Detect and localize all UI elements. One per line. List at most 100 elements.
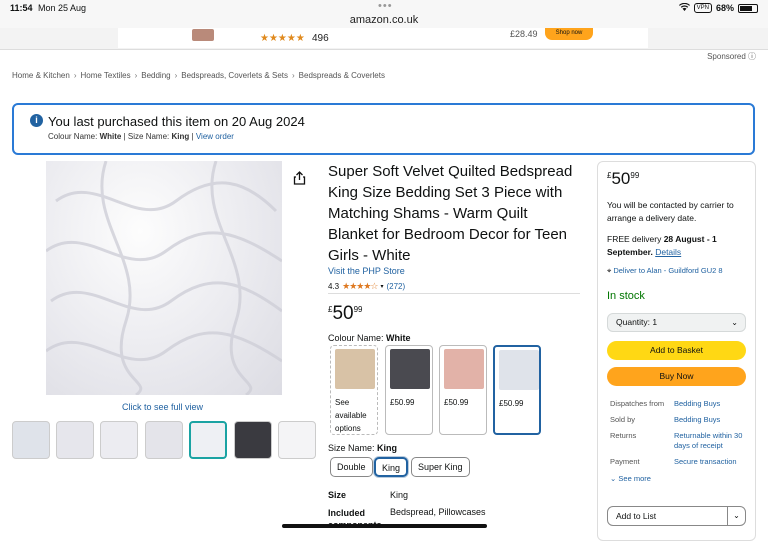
price-fraction: 99 (353, 305, 363, 314)
price-currency: £ (607, 171, 612, 180)
banner-colour-value: White (99, 132, 122, 141)
info-value-payment[interactable]: Secure transaction (674, 457, 750, 467)
spec-label-components: Included components (328, 508, 382, 525)
battery-percent: 68% (715, 3, 734, 13)
banner-separator: | (123, 132, 126, 141)
swatch-image (390, 349, 430, 389)
delivery-info: FREE delivery 28 August - 1 September. D… (607, 233, 752, 259)
banner-details: Colour Name: White | Size Name: King | V… (48, 132, 234, 141)
price-currency: £ (328, 305, 333, 314)
status-icons: VPN 68% (678, 2, 758, 13)
colour-swatch-white[interactable]: £50.99 (493, 345, 541, 435)
thumbnail-7[interactable] (278, 421, 316, 459)
info-value-dispatches[interactable]: Bedding Buys (674, 399, 750, 409)
ad-shop-now-button[interactable]: Shop now (545, 28, 593, 40)
swatch-price: £50.99 (499, 399, 524, 408)
thumbnail-1[interactable] (12, 421, 50, 459)
status-date: Mon 25 Aug (38, 3, 87, 13)
product-price: £5099 (328, 303, 363, 325)
swatch-price: £50.99 (444, 398, 469, 407)
size-value: King (377, 443, 398, 453)
swatch-image (335, 349, 375, 389)
status-time: 11:54 (10, 3, 33, 13)
spec-label-size: Size (328, 490, 347, 500)
breadcrumb-bedspreads-sets[interactable]: Bedspreads, Coverlets & Sets (181, 71, 288, 80)
info-label-dispatches: Dispatches from (610, 399, 665, 408)
size-option-double[interactable]: Double (330, 457, 373, 477)
chevron-right-icon: › (134, 71, 138, 80)
banner-message: You last purchased this item on 20 Aug 2… (48, 114, 305, 129)
product-title: Super Soft Velvet Quilted Bedspread King… (328, 163, 573, 264)
info-label-sold-by: Sold by (610, 415, 636, 424)
thumbnail-5[interactable] (189, 421, 227, 459)
breadcrumb-bedspreads[interactable]: Bedspreads & Coverlets (299, 71, 385, 80)
size-option-king[interactable]: King (374, 457, 409, 477)
price-fraction: 99 (630, 171, 640, 180)
add-to-basket-button[interactable]: Add to Basket (607, 341, 746, 360)
add-to-list-label[interactable]: Add to List (616, 511, 656, 521)
chevron-down-icon[interactable]: ⌄ (727, 507, 745, 525)
colour-swatch-options[interactable]: See available options (330, 345, 378, 435)
colour-swatch-pink[interactable]: £50.99 (439, 345, 487, 435)
add-to-list-button[interactable]: Add to List ⌄ (607, 506, 746, 526)
info-label-payment: Payment (610, 457, 640, 466)
swatch-image (499, 350, 539, 390)
sponsored-label[interactable]: Sponsored ⓘ (707, 51, 756, 62)
purchase-history-banner: i You last purchased this item on 20 Aug… (12, 103, 755, 155)
see-more-toggle[interactable]: ⌄ See more (610, 474, 651, 483)
buybox-price: £5099 (607, 169, 639, 189)
banner-colour-label: Colour Name: (48, 132, 98, 141)
size-label-text: Size Name: (328, 443, 375, 453)
info-value-sold-by[interactable]: Bedding Buys (674, 415, 750, 425)
info-value-returns[interactable]: Returnable within 30 days of receipt (674, 431, 750, 451)
delivery-location[interactable]: ⌖ Deliver to Alan - Guildford GU2 8 (607, 266, 723, 276)
thumbnail-6[interactable] (234, 421, 272, 459)
chevron-down-icon[interactable]: ▾ (380, 283, 383, 290)
carrier-contact-note: You will be contacted by carrier to arra… (607, 200, 734, 223)
rating-value: 4.3 (328, 282, 340, 291)
swatch-text: See available options (335, 398, 367, 433)
banner-size-label: Size Name: (127, 132, 170, 141)
colour-swatch-grey[interactable]: £50.99 (385, 345, 433, 435)
thumbnail-3[interactable] (100, 421, 138, 459)
chevron-right-icon: › (73, 71, 77, 80)
chevron-right-icon: › (292, 71, 295, 80)
delivery-details-link[interactable]: Details (655, 247, 681, 257)
thumbnail-4[interactable] (145, 421, 183, 459)
chevron-down-icon: ⌄ (610, 474, 617, 483)
battery-icon (738, 3, 758, 13)
breadcrumb-home-textiles[interactable]: Home Textiles (80, 71, 130, 80)
status-bar: 11:54 Mon 25 Aug ••• amazon.co.uk VPN 68… (0, 0, 768, 28)
info-label-returns: Returns (610, 431, 637, 440)
chevron-down-icon: ⌄ (731, 318, 738, 327)
price-whole: 50 (611, 169, 631, 188)
location-pin-icon: ⌖ (607, 266, 612, 275)
share-icon[interactable] (293, 171, 306, 188)
product-main-image[interactable] (46, 161, 282, 395)
buy-now-button[interactable]: Buy Now (607, 367, 746, 386)
full-view-link[interactable]: Click to see full view (122, 402, 203, 412)
address-bar[interactable]: amazon.co.uk (0, 14, 768, 26)
store-link[interactable]: Visit the PHP Store (328, 266, 405, 276)
rating-summary[interactable]: 4.3 ★★★★☆ ▾ (272) (328, 281, 405, 292)
quantity-select[interactable]: Quantity: 1 ⌄ (607, 313, 746, 332)
size-option-super-king[interactable]: Super King (411, 457, 470, 477)
home-indicator[interactable] (282, 524, 487, 528)
location-text[interactable]: Deliver to Alan - Guildford GU2 8 (613, 266, 722, 275)
ad-thumbnail[interactable] (192, 29, 214, 41)
vpn-badge: VPN (693, 3, 712, 13)
spec-value-components: Bedspread, Pillowcases (390, 507, 486, 517)
more-dots-icon[interactable]: ••• (378, 0, 393, 12)
wifi-icon (678, 2, 690, 13)
rating-count-link[interactable]: (272) (386, 282, 405, 291)
breadcrumb-bedding[interactable]: Bedding (141, 71, 170, 80)
view-order-link[interactable]: View order (196, 132, 234, 141)
thumbnail-2[interactable] (56, 421, 94, 459)
spec-value-size: King (390, 490, 409, 500)
banner-size-value: King (171, 132, 190, 141)
see-more-text[interactable]: See more (618, 474, 651, 483)
swatch-image (444, 349, 484, 389)
banner-separator: | (191, 132, 194, 141)
breadcrumb-home-kitchen[interactable]: Home & Kitchen (12, 71, 70, 80)
price-whole: 50 (332, 303, 354, 324)
